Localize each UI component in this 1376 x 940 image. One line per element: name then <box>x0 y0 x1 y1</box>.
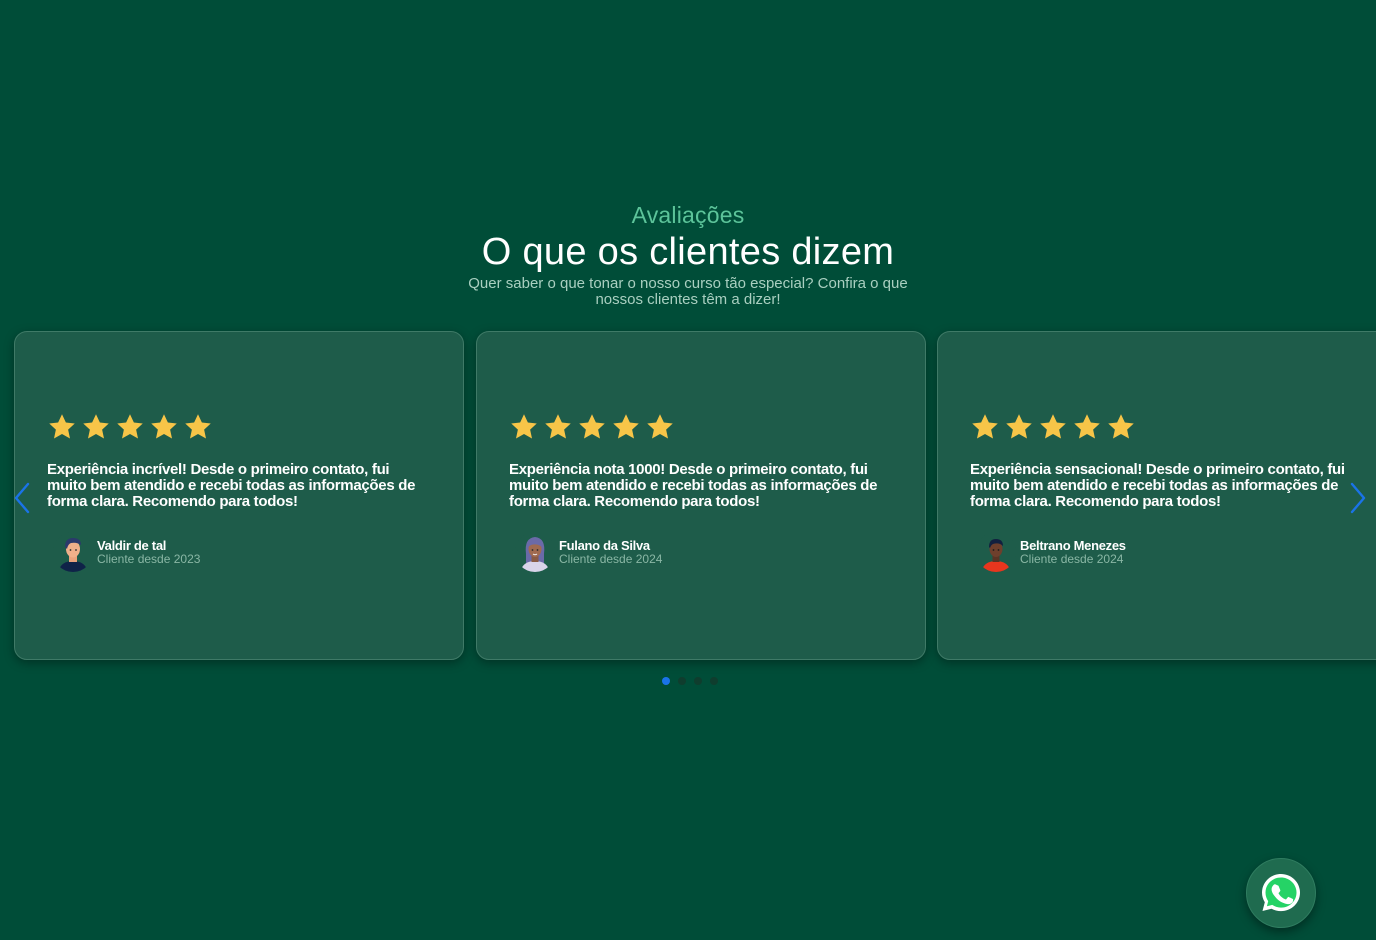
testimonial-card: Experiência incrível! Desde o primeiro c… <box>14 331 464 660</box>
star-icon <box>613 414 639 439</box>
section-subtitle: Quer saber o que tonar o nosso curso tão… <box>468 275 908 308</box>
testimonial-text: Experiência sensacional! Desde o primeir… <box>970 461 1345 510</box>
star-icon <box>1074 414 1100 439</box>
testimonial-carousel[interactable]: Experiência incrível! Desde o primeiro c… <box>0 331 1376 661</box>
star-icon <box>972 414 998 439</box>
whatsapp-button[interactable] <box>1246 858 1316 928</box>
testimonial-text: Experiência nota 1000! Desde o primeiro … <box>509 461 878 510</box>
rating-stars <box>509 412 893 442</box>
author-since: Cliente desde 2024 <box>559 552 663 566</box>
star-icon <box>647 414 673 439</box>
pagination-dot[interactable] <box>710 677 718 685</box>
man-avatar-icon <box>976 532 1016 572</box>
man-avatar-icon <box>53 532 93 572</box>
author-name: Fulano da Silva <box>559 538 650 553</box>
pagination-dot[interactable] <box>678 677 686 685</box>
carousel-pagination <box>662 677 718 685</box>
star-icon <box>49 414 75 439</box>
whatsapp-icon <box>1262 874 1300 912</box>
star-icon <box>151 414 177 439</box>
star-icon <box>185 414 211 439</box>
testimonial-card: Experiência nota 1000! Desde o primeiro … <box>476 331 926 660</box>
star-icon <box>1006 414 1032 439</box>
rating-stars <box>970 412 1364 442</box>
author-since: Cliente desde 2023 <box>97 552 201 566</box>
testimonial-author: Valdir de tal Cliente desde 2023 <box>47 532 431 572</box>
carousel-prev-arrow-icon[interactable] <box>10 481 34 515</box>
woman-avatar-icon <box>515 532 555 572</box>
pagination-dot[interactable] <box>694 677 702 685</box>
pagination-dot[interactable] <box>662 677 670 685</box>
star-icon <box>511 414 537 439</box>
author-since: Cliente desde 2024 <box>1020 552 1124 566</box>
star-icon <box>545 414 571 439</box>
star-icon <box>83 414 109 439</box>
rating-stars <box>47 412 431 442</box>
carousel-next-arrow-icon[interactable] <box>1346 481 1370 515</box>
testimonial-author: Fulano da Silva Cliente desde 2024 <box>509 532 893 572</box>
section-eyebrow: Avaliações <box>631 202 745 228</box>
testimonial-author: Beltrano Menezes Cliente desde 2024 <box>970 532 1364 572</box>
testimonial-text: Experiência incrível! Desde o primeiro c… <box>47 461 416 510</box>
star-icon <box>1108 414 1134 439</box>
star-icon <box>117 414 143 439</box>
testimonials-section: Avaliações O que os clientes dizem Quer … <box>0 0 1376 940</box>
section-header: Avaliações O que os clientes dizem Quer … <box>0 200 1376 308</box>
section-title: O que os clientes dizem <box>481 231 895 273</box>
star-icon <box>1040 414 1066 439</box>
testimonial-card: Experiência sensacional! Desde o primeir… <box>937 331 1376 660</box>
star-icon <box>579 414 605 439</box>
author-name: Beltrano Menezes <box>1020 538 1126 553</box>
author-name: Valdir de tal <box>97 538 167 553</box>
